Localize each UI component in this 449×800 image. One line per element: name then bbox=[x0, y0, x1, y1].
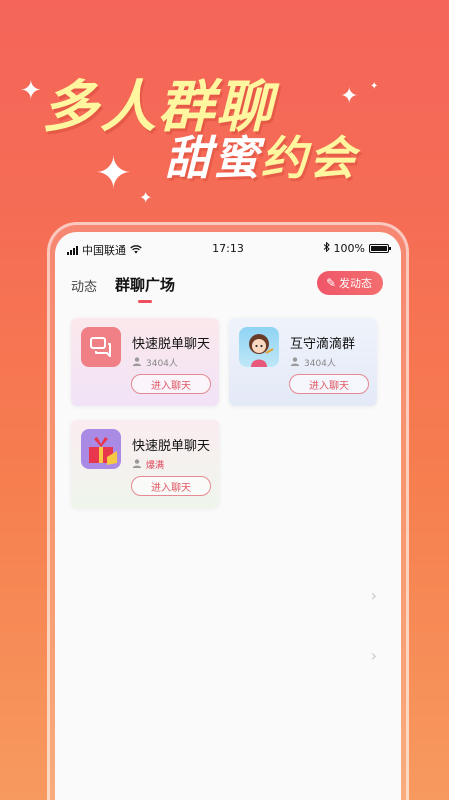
chevron-right-icon: › bbox=[370, 586, 377, 605]
tab-moments[interactable]: 动态 bbox=[71, 276, 97, 295]
cartoon-girl-icon bbox=[239, 327, 279, 367]
status-bar-right: 100% bbox=[323, 241, 391, 255]
battery-percent: 100% bbox=[333, 242, 365, 255]
bluetooth-icon bbox=[323, 241, 330, 255]
group-member-count: 3404人 bbox=[290, 356, 336, 369]
enter-chat-button[interactable]: 进入聊天 bbox=[289, 374, 369, 394]
enter-chat-button[interactable]: 进入聊天 bbox=[131, 476, 211, 496]
group-member-count-label: 3404人 bbox=[304, 359, 336, 369]
user-icon bbox=[290, 356, 300, 369]
pen-icon: ✎ bbox=[325, 276, 336, 290]
group-status: 爆满 bbox=[132, 458, 164, 471]
group-name: 快速脱单聊天 bbox=[132, 439, 211, 454]
post-moment-label: 发动态 bbox=[339, 277, 372, 290]
sparkle-icon: ✦ bbox=[340, 84, 359, 109]
group-member-count: 3404人 bbox=[132, 356, 178, 369]
promo-headline-part-a: 甜蜜 bbox=[165, 131, 261, 185]
chat-bubbles-icon bbox=[81, 327, 121, 367]
sparkle-icon: ✦ bbox=[20, 76, 42, 106]
sparkle-icon: ✦ bbox=[370, 81, 379, 92]
gift-box-icon bbox=[81, 429, 121, 469]
battery-icon bbox=[369, 244, 391, 253]
sparkle-icon: ✦ bbox=[95, 148, 132, 199]
user-icon bbox=[132, 458, 142, 471]
tab-bar: 动态 群聊广场 bbox=[71, 274, 175, 303]
group-name: 互守滴滴群 bbox=[290, 337, 356, 352]
user-icon bbox=[132, 356, 142, 369]
phone-screen: 中国联通 17:13 100% 动态 群聊广场 ✎ 发动态 快速脱单聊天 340… bbox=[55, 232, 401, 800]
group-card[interactable]: 互守滴滴群 3404人 进入聊天 bbox=[229, 318, 377, 406]
group-card[interactable]: 快速脱单聊天 3404人 进入聊天 bbox=[71, 318, 219, 406]
chevron-right-icon: › bbox=[370, 646, 377, 665]
tab-group-square[interactable]: 群聊广场 bbox=[115, 274, 175, 303]
group-card[interactable]: 快速脱单聊天 爆满 进入聊天 bbox=[71, 420, 219, 508]
group-name: 快速脱单聊天 bbox=[132, 337, 211, 352]
promo-headline-line2: 甜蜜约会 bbox=[165, 122, 357, 188]
group-member-count-label: 3404人 bbox=[146, 359, 178, 369]
promo-headline-part-b: 约会 bbox=[261, 131, 357, 185]
group-status-label: 爆满 bbox=[146, 461, 165, 471]
sparkle-icon: ✦ bbox=[139, 188, 153, 207]
post-moment-button[interactable]: ✎ 发动态 bbox=[316, 271, 383, 295]
status-bar: 中国联通 17:13 100% bbox=[55, 241, 401, 258]
enter-chat-button[interactable]: 进入聊天 bbox=[131, 374, 211, 394]
